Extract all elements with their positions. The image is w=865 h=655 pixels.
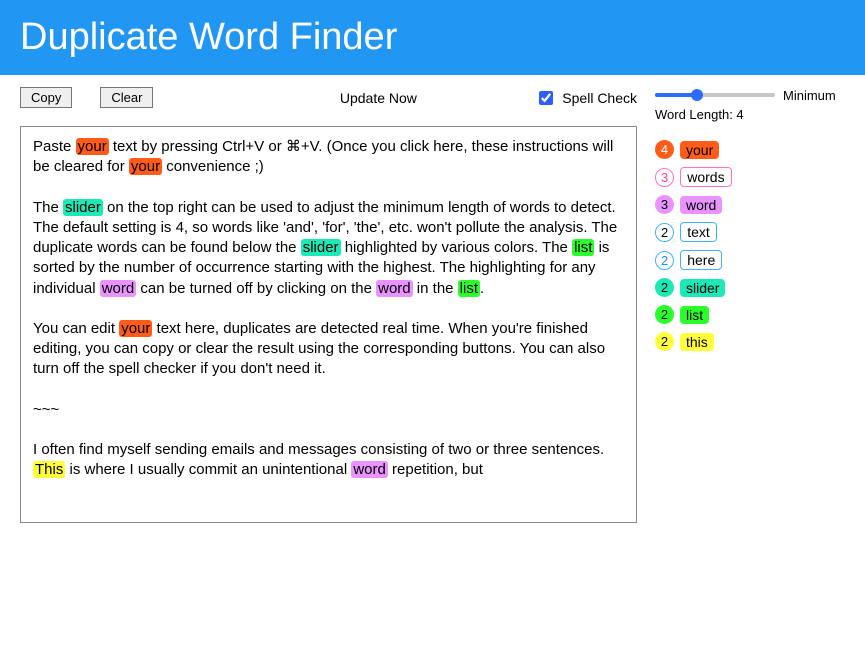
left-column: Copy Clear Update Now Spell Check Paste … [20,87,637,523]
toolbar: Copy Clear Update Now Spell Check [20,87,637,108]
highlight-your: your [76,138,109,155]
min-wordlength-slider[interactable] [655,87,775,103]
text-editor[interactable]: Paste your text by pressing Ctrl+V or ⌘+… [20,126,637,523]
editor-paragraph: The slider on the top right can be used … [33,198,624,299]
result-word: here [680,250,722,270]
clear-button[interactable]: Clear [100,87,153,108]
result-row-word[interactable]: 3 word [655,195,845,214]
highlight-list: list [458,280,480,297]
duplicate-results-list: 4your3words3word2text2here2slider2list2t… [655,140,845,351]
word-length-label: Word Length: 4 [655,107,845,122]
highlight-your: your [119,320,152,337]
highlight-word: word [376,280,413,297]
app-header: Duplicate Word Finder [0,0,865,75]
main-area: Copy Clear Update Now Spell Check Paste … [0,75,865,523]
result-count: 2 [655,278,674,297]
result-row-list[interactable]: 2 list [655,305,845,324]
spellcheck-label: Spell Check [562,90,637,106]
app-title: Duplicate Word Finder [20,16,397,58]
spellcheck-checkbox[interactable] [539,91,553,105]
result-row-words[interactable]: 3 words [655,167,845,187]
result-count: 3 [655,195,674,214]
editor-paragraph: ~~~ [33,400,624,420]
result-row-this[interactable]: 2 this [655,332,845,351]
result-row-here[interactable]: 2 here [655,250,845,270]
result-row-slider[interactable]: 2 slider [655,278,845,297]
result-word: word [680,196,722,214]
highlight-word: word [100,280,137,297]
update-now-link[interactable]: Update Now [300,90,417,106]
result-word: your [680,141,719,159]
highlight-this: This [33,461,65,478]
result-word: this [680,333,714,351]
result-word: slider [680,279,725,297]
highlight-slider: slider [301,239,341,256]
right-column: Minimum Word Length: 4 4 your 3 words 3 word 2… [655,87,845,523]
slider-thumb[interactable] [691,89,703,101]
slider-row: Minimum [655,87,845,103]
result-count: 2 [655,251,674,270]
result-count: 3 [655,168,674,187]
highlight-list: list [572,239,594,256]
editor-paragraph: You can edit your text here, duplicates … [33,319,624,380]
highlight-word: word [351,461,388,478]
result-word: list [680,306,709,324]
highlight-your: your [129,158,162,175]
copy-button[interactable]: Copy [20,87,72,108]
highlight-slider: slider [63,199,103,216]
result-row-text[interactable]: 2 text [655,222,845,242]
editor-paragraph: I often find myself sending emails and m… [33,440,624,481]
minimum-label: Minimum [783,88,836,103]
spellcheck-toggle[interactable]: Spell Check [535,88,637,108]
result-count: 2 [655,332,674,351]
result-count: 2 [655,223,674,242]
result-word: text [680,222,717,242]
result-count: 2 [655,305,674,324]
result-row-your[interactable]: 4 your [655,140,845,159]
result-word: words [680,167,731,187]
editor-paragraph: Paste your text by pressing Ctrl+V or ⌘+… [33,137,624,178]
result-count: 4 [655,140,674,159]
